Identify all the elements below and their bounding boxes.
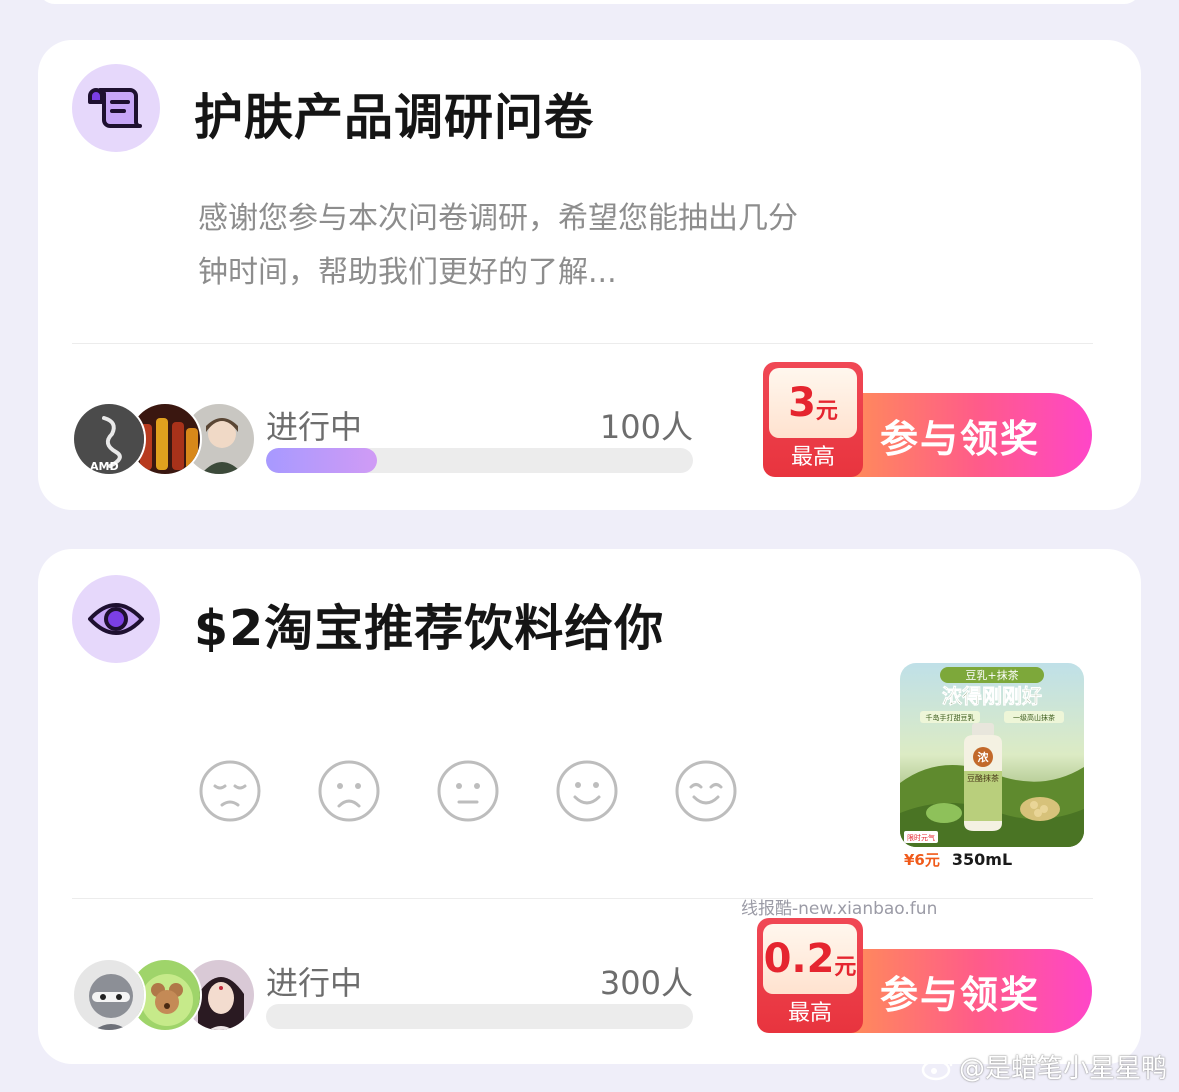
happy-face-icon[interactable] (674, 759, 738, 823)
reward-amount-box: 3元 (769, 368, 857, 438)
survey-icon-badge (72, 64, 160, 152)
participant-avatars: AMD (72, 402, 262, 478)
reward-unit: 元 (815, 399, 838, 424)
scroll-icon (88, 88, 142, 128)
reward-amount: 0.2 (763, 936, 835, 982)
previous-card-edge (38, 0, 1141, 4)
product-image[interactable]: 豆乳+抹茶 浓得刚刚好 千岛手打甜豆乳 一级高山抹茶 浓 豆酪抹茶 限时元气 (900, 663, 1084, 847)
participant-count: 100人 (599, 408, 693, 446)
amd-dragon-avatar: AMD (72, 402, 146, 476)
participant-avatars (72, 958, 262, 1034)
divider (72, 343, 1093, 344)
progress-bar (266, 1004, 693, 1029)
participant-count: 300人 (599, 964, 693, 1002)
product-tagline: 豆乳+抹茶 (965, 669, 1018, 682)
eye-icon (88, 603, 144, 635)
product-headline: 浓得刚刚好 (942, 684, 1042, 708)
site-watermark: 线报酷-new.xianbao.fun (741, 899, 938, 919)
divider (72, 898, 1093, 899)
weibo-handle: @是蜡笔小星星鸭 (958, 1054, 1167, 1084)
survey-title: $2淘宝推荐饮料给你 (194, 600, 665, 657)
smile-face-icon[interactable] (555, 759, 619, 823)
neutral-face-icon[interactable] (436, 759, 500, 823)
rating-options (198, 759, 758, 823)
product-feature-soy: 千岛手打甜豆乳 (926, 713, 975, 722)
weibo-icon (921, 1055, 953, 1080)
reward-badge: 3元 最高 (763, 362, 863, 477)
survey-status: 进行中 (266, 964, 363, 1002)
product-brand-mark: 浓 (978, 750, 990, 764)
product-volume: 350mL (951, 850, 1013, 869)
progress-bar (266, 448, 693, 473)
survey-description: 感谢您参与本次问卷调研，希望您能抽出几分钟时间，帮助我们更好的了解... (198, 201, 798, 290)
reward-label: 最高 (790, 445, 835, 470)
very-unhappy-face-icon[interactable] (198, 759, 262, 823)
reward-amount: 3 (788, 380, 816, 426)
survey-status: 进行中 (266, 408, 363, 446)
reward-label: 最高 (787, 1001, 832, 1026)
svg-text:AMD: AMD (90, 460, 119, 473)
sad-face-icon[interactable] (317, 759, 381, 823)
ninja-avatar (72, 958, 146, 1032)
reward-badge: 0.2 元 最高 (757, 918, 863, 1033)
survey-card-skincare[interactable]: 护肤产品调研问卷 感谢您参与本次问卷调研，希望您能抽出几分钟时间，帮助我们更好的… (38, 40, 1141, 510)
survey-icon-badge (72, 575, 160, 663)
product-price-line: ¥6元 350mL (904, 849, 1012, 870)
reward-unit: 元 (834, 955, 857, 980)
survey-card-drink[interactable]: $2淘宝推荐饮料给你 豆乳+抹茶 浓得刚刚好 千岛手打甜豆乳 一级高山抹茶 浓 … (38, 549, 1141, 1064)
weibo-watermark: @是蜡笔小星星鸭 (921, 1048, 1167, 1085)
product-promo-tag: 限时元气 (907, 833, 935, 842)
survey-title: 护肤产品调研问卷 (194, 89, 595, 146)
product-feature-matcha: 一级高山抹茶 (1013, 713, 1055, 722)
product-price: ¥6元 (904, 851, 940, 869)
reward-amount-box: 0.2 元 (763, 924, 857, 994)
progress-fill (266, 448, 378, 473)
product-name: 豆酪抹茶 (967, 773, 999, 783)
